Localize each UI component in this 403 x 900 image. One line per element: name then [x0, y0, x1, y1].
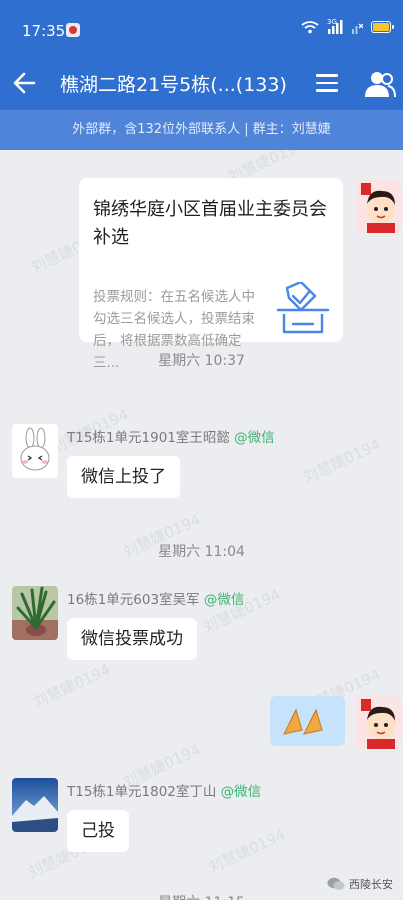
- sender-name: T15栋1单元1901室王昭懿: [67, 430, 230, 446]
- brand-watermark: 西陵长安: [327, 876, 393, 892]
- brand-name: 西陵长安: [349, 878, 393, 891]
- message-bubble-outgoing[interactable]: [270, 696, 345, 746]
- watermark: 刘慧婕0194: [30, 660, 114, 712]
- clapping-hands-emoji-icon: [283, 708, 323, 735]
- vote-card-title: 锦绣华庭小区首届业主委员会补选: [93, 199, 327, 248]
- status-bar: 17:35 3G: [0, 0, 403, 58]
- sender-line: 16栋1单元603室吴军 @微信: [67, 588, 244, 608]
- avatar-self[interactable]: [355, 695, 401, 749]
- sender-line: T15栋1单元1802室丁山 @微信: [67, 780, 261, 800]
- chat-title: 樵湖二路21号5栋(...(133): [60, 74, 287, 96]
- back-button[interactable]: [10, 68, 40, 98]
- cartoon-boy-avatar-icon: [355, 695, 401, 749]
- notification-app-icon: [66, 23, 80, 37]
- timestamp-divider: 星期六 11:15: [0, 892, 403, 900]
- wifi-icon: [301, 20, 319, 34]
- chat-area[interactable]: 刘慧婕0194 刘慧婕0194 刘慧婕0194 刘慧婕0194 刘慧婕0194 …: [0, 150, 403, 900]
- plant-photo-avatar-icon: [12, 586, 58, 640]
- status-icons: 3G: [301, 18, 394, 34]
- sender-source: @微信: [220, 784, 262, 800]
- sender-source: @微信: [203, 592, 245, 608]
- sender-line: T15栋1单元1901室王昭懿 @微信: [67, 426, 275, 446]
- message-bubble[interactable]: 微信上投了: [67, 456, 180, 498]
- message-bubble[interactable]: 己投: [67, 810, 129, 852]
- battery-icon: [371, 21, 394, 33]
- group-info-banner[interactable]: 外部群，含132位外部联系人 | 群主：刘慧婕: [0, 110, 403, 150]
- avatar-sender[interactable]: [12, 778, 58, 832]
- status-time: 17:35: [22, 22, 66, 40]
- signal-icon: 3G: [327, 18, 343, 34]
- timestamp-divider: 星期六 10:37: [158, 353, 245, 369]
- vote-card[interactable]: 锦绣华庭小区首届业主委员会补选 投票规则：在五名候选人中勾选三名候选人，投票结束…: [79, 178, 343, 371]
- title-bar: 樵湖二路21号5栋(...(133): [0, 58, 403, 110]
- sender-source: @微信: [234, 430, 275, 446]
- sender-name: T15栋1单元1802室丁山: [67, 784, 217, 800]
- signal-secondary-icon: [351, 20, 363, 34]
- avatar-self[interactable]: [355, 179, 401, 233]
- avatar-sender[interactable]: [12, 424, 58, 478]
- message-bubble[interactable]: 微信投票成功: [67, 618, 197, 660]
- bunny-avatar-icon: [12, 424, 58, 478]
- timestamp-divider: 星期六 11:04: [158, 544, 245, 560]
- wechat-logo-icon: [327, 877, 345, 890]
- members-button[interactable]: [364, 70, 396, 98]
- network-type-label: 3G: [327, 18, 337, 26]
- ballot-box-icon: [276, 282, 330, 334]
- sender-name: 16栋1单元603室吴军: [67, 592, 200, 608]
- mountain-photo-avatar-icon: [12, 778, 58, 832]
- cartoon-boy-avatar-icon: [355, 179, 401, 233]
- menu-button[interactable]: [315, 70, 339, 96]
- avatar-sender[interactable]: [12, 586, 58, 640]
- members-icon: [365, 72, 396, 98]
- watermark: 刘慧婕0194: [205, 825, 289, 877]
- back-arrow-icon: [13, 72, 36, 94]
- watermark: 刘慧婕0194: [300, 435, 384, 487]
